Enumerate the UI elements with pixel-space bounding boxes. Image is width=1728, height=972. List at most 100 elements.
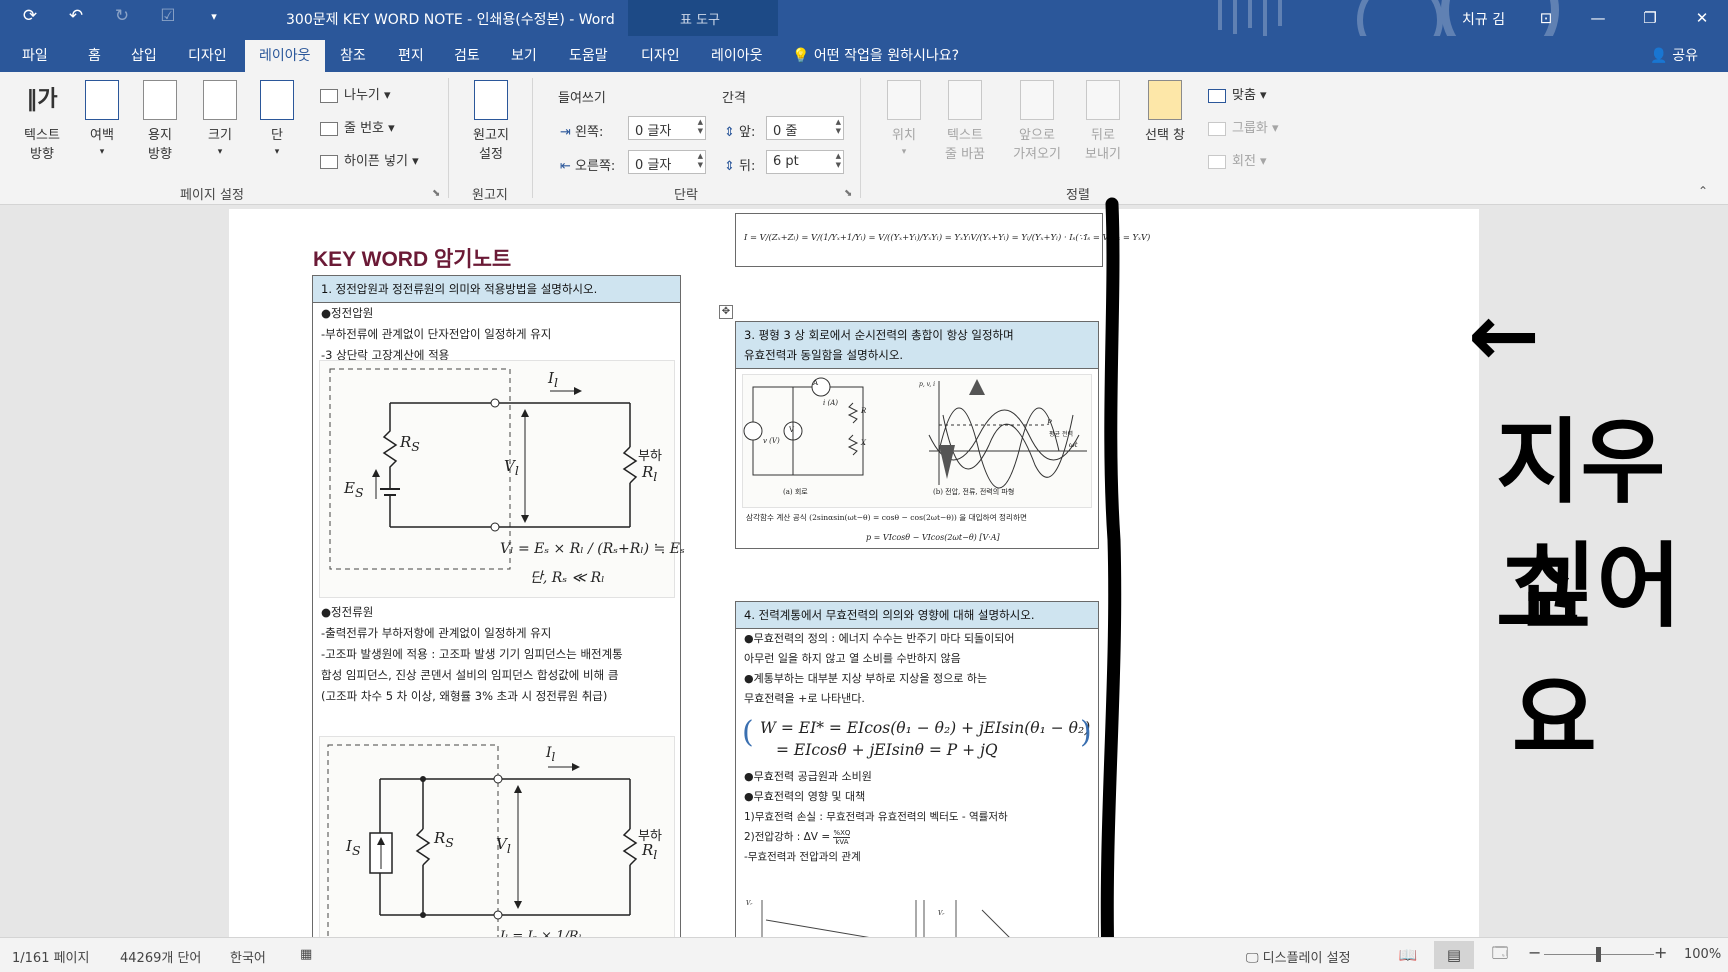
document-page[interactable]: KEY WORD 암기노트 1. 정전압원과 정전류원의 의미와 적용방법을 설…: [229, 209, 1479, 937]
wrap-text-button[interactable]: 텍스트 줄 바꿈: [938, 80, 992, 162]
indent-left-field[interactable]: 0 글자 ▲ ▼: [628, 116, 706, 140]
display-settings-label: 디스플레이 설정: [1262, 951, 1351, 966]
person-icon: 👤: [1650, 48, 1673, 64]
align-icon: [1208, 88, 1226, 103]
tab-help[interactable]: 도움말: [569, 45, 608, 65]
ribbon-display-icon[interactable]: ⊡: [1520, 0, 1572, 36]
tab-file[interactable]: 파일: [22, 45, 48, 65]
tab-view[interactable]: 보기: [511, 45, 537, 65]
tab-references[interactable]: 참조: [340, 45, 366, 65]
table-move-handle-icon[interactable]: ✥: [719, 305, 733, 319]
wrap-text-icon: [948, 80, 982, 120]
voltage-reactive-graphs: [761, 900, 1010, 937]
bring-forward-button[interactable]: 앞으로 가져오기: [1006, 80, 1068, 162]
question-3-box: 3. 평형 3 상 회로에서 순시전력의 총합이 항상 일정하며 유효전력과 동일…: [735, 321, 1099, 549]
vl-label: Vl: [496, 835, 511, 856]
send-backward-button[interactable]: 뒤로 보내기: [1078, 80, 1128, 162]
read-mode-icon[interactable]: 📖: [1388, 941, 1428, 969]
spinner-icon[interactable]: ▲ ▼: [698, 118, 703, 136]
reactance-label: X: [861, 439, 866, 447]
group-label: 그룹화: [1232, 121, 1268, 136]
paragraph-launcher-icon[interactable]: ⬊: [844, 188, 852, 199]
hyphenation-button[interactable]: 하이픈 넣기 ▾: [320, 150, 419, 169]
handwritten-text-line1: 지우고: [1496, 409, 1666, 649]
breaks-button[interactable]: 나누기 ▾: [320, 84, 391, 103]
manuscript-setup-button[interactable]: 원고지 설정: [466, 80, 516, 162]
hyphenation-label: 하이픈 넣기: [344, 154, 408, 169]
rl-label: Rl: [642, 463, 658, 484]
print-layout-icon[interactable]: ▤: [1434, 941, 1474, 969]
il-label: Il: [548, 369, 558, 390]
display-settings-button[interactable]: 🖵 디스플레이 설정: [1246, 947, 1351, 966]
spacing-before-field[interactable]: 0 줄 ▲ ▼: [766, 116, 844, 140]
user-name[interactable]: 치규 김: [1462, 9, 1505, 29]
close-icon[interactable]: ✕: [1676, 0, 1728, 36]
indent-right-field[interactable]: 0 글자 ▲ ▼: [628, 150, 706, 174]
orientation-button[interactable]: 용지 방향: [136, 80, 184, 162]
collapse-ribbon-icon[interactable]: ⌃: [1698, 184, 1708, 198]
redo-icon[interactable]: ↻: [110, 6, 134, 26]
current-divider-formula: Iₗ = Iₛ × 1/Rₗ: [500, 929, 582, 937]
zoom-in-icon[interactable]: +: [1654, 943, 1667, 962]
impedance-formula-box: I = V/(Zₓ+Zₗ) = V/(1/Yₓ+1/Yₗ) = V/((Yₓ+Y…: [735, 213, 1150, 267]
rotate-button[interactable]: 회전 ▾: [1208, 150, 1267, 169]
tab-layout[interactable]: 레이아웃: [245, 40, 325, 75]
tab-home[interactable]: 홈: [88, 45, 101, 65]
bracket-left-icon: (: [742, 715, 754, 750]
title-bar: ⟳ ↶ ↻ ☑ ▾ 표 도구 300문제 KEY WORD NOTE - 인쇄용…: [0, 0, 1728, 72]
web-layout-icon[interactable]: 🗔: [1480, 941, 1520, 969]
three-phase-power-figure: A i (A) V v (V) R X P 평균 전력 ωt p, v, i (…: [742, 374, 1092, 508]
fig-caption-b: (b) 전압, 전류, 전력의 파형: [933, 488, 1015, 496]
ribbon: ‖가 텍스트 방향 여백 ▾ 용지 방향 크기 ▾ 단 ▾ 나누기 ▾ 줄 번호 ▾ …: [0, 72, 1728, 205]
page-count[interactable]: 1/161 페이지: [12, 947, 89, 966]
spacing-after-icon: ⇕: [724, 159, 740, 174]
language-indicator[interactable]: 한국어: [230, 947, 266, 966]
zoom-out-icon[interactable]: −: [1528, 943, 1541, 962]
margins-button[interactable]: 여백 ▾: [82, 80, 122, 158]
power-p-label: P: [1047, 419, 1052, 427]
zoom-slider-thumb[interactable]: [1596, 947, 1601, 962]
page-setup-launcher-icon[interactable]: ⬊: [432, 188, 440, 199]
tab-table-layout[interactable]: 레이아웃: [711, 45, 763, 65]
send-backward-icon: [1086, 80, 1120, 120]
position-button[interactable]: 위치 ▾: [884, 80, 924, 158]
spacing-after-field[interactable]: 6 pt ▲ ▼: [766, 150, 844, 174]
restore-icon[interactable]: ❐: [1624, 0, 1676, 36]
selection-pane-button[interactable]: 선택 창: [1140, 80, 1190, 143]
bracket-right-icon: ): [1080, 715, 1092, 750]
touch-mode-icon[interactable]: ☑: [156, 6, 180, 26]
group-separator: [532, 78, 533, 198]
spinner-icon[interactable]: ▲ ▼: [836, 118, 841, 136]
tab-mailings[interactable]: 편지: [398, 45, 424, 65]
constant-current-title: ●정전류원: [321, 605, 374, 619]
align-button[interactable]: 맞춤 ▾: [1208, 84, 1267, 103]
tell-me-search[interactable]: 💡 어떤 작업을 원하시나요?: [792, 45, 959, 65]
columns-button[interactable]: 단 ▾: [260, 80, 294, 158]
autosave-icon[interactable]: ⟳: [18, 6, 42, 26]
undo-icon[interactable]: ↶: [64, 6, 88, 26]
fig-caption-a: (a) 회로: [783, 488, 808, 496]
word-count[interactable]: 44269개 단어: [120, 947, 201, 966]
es-label: ES: [344, 479, 364, 500]
tab-review[interactable]: 검토: [454, 45, 480, 65]
line-numbers-label: 줄 번호: [344, 121, 385, 136]
size-button[interactable]: 크기 ▾: [200, 80, 240, 158]
tab-table-design[interactable]: 디자인: [641, 45, 680, 65]
text-direction-button[interactable]: ‖가 텍스트 방향: [14, 80, 70, 162]
line-numbers-button[interactable]: 줄 번호 ▾: [320, 117, 395, 136]
ribbon-tabs: 파일 홈 삽입 디자인 레이아웃 참조 편지 검토 보기 도움말 디자인 레이아…: [0, 36, 1728, 75]
complex-power-formula: ( W = EI* = EIcos(θ₁ − θ₂) + jEIsin(θ₁ −…: [736, 709, 1098, 767]
macro-recording-icon[interactable]: ▦: [300, 947, 312, 962]
spinner-icon[interactable]: ▲ ▼: [698, 152, 703, 170]
qat-customize-icon[interactable]: ▾: [202, 10, 226, 23]
tab-design[interactable]: 디자인: [188, 45, 227, 65]
share-button[interactable]: 👤 공유: [1650, 45, 1698, 65]
indent-left-text: 왼쪽:: [575, 125, 604, 140]
group-button[interactable]: 그룹화 ▾: [1208, 117, 1279, 136]
minimize-icon[interactable]: —: [1572, 0, 1624, 36]
zoom-level[interactable]: 100%: [1684, 947, 1721, 962]
indent-title: 들여쓰기: [558, 91, 606, 106]
spinner-icon[interactable]: ▲ ▼: [836, 152, 841, 170]
tab-insert[interactable]: 삽입: [131, 45, 157, 65]
current-label: i (A): [823, 399, 838, 407]
